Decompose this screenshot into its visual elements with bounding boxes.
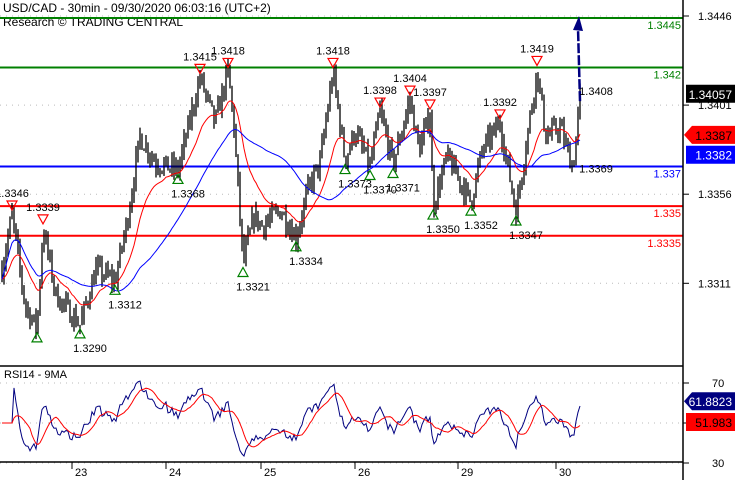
pivot-high-label: 1.3398 (363, 85, 397, 97)
pivot-high-label: 1.3392 (483, 97, 517, 109)
date-tick-label: 23 (75, 467, 87, 479)
rsi-line (2, 380, 581, 457)
price-tick-label: 1.3356 (698, 189, 732, 201)
pivot-low-label: 1.3321 (236, 282, 270, 294)
date-tick-label: 25 (264, 467, 276, 479)
pivot-low-label: 1.3350 (426, 224, 460, 236)
price-chart[interactable]: 1.3445 1.342 1.337 1.335 1.3335 1.3346 1.3339… (0, 0, 735, 480)
level-label: 1.3335 (647, 238, 681, 250)
pivot-low-label: 1.3352 (464, 220, 498, 232)
value-tags: 1.34057 1.3387 1.3382 61.8823 51.983 (684, 84, 735, 432)
pivot-high-label: 1.3404 (393, 73, 427, 85)
pivot-high-label: 1.3397 (413, 87, 447, 99)
date-tick-label: 26 (358, 467, 370, 479)
price-tick-label: 1.3446 (698, 11, 732, 23)
pivot-high-label: 1.3339 (26, 202, 60, 214)
pivot-high-label: 1.3346 (0, 188, 29, 200)
date-tick-label: 30 (559, 467, 571, 479)
pivot-low-up-triangle-icon (236, 266, 250, 278)
pivot-high-down-triangle-icon (423, 99, 437, 111)
rsi-tick-label: 30 (712, 458, 724, 470)
ma-fast-tag-label: 1.3387 (695, 129, 732, 143)
rsi-value-tag-label: 61.8823 (689, 395, 733, 409)
axes: RSI14 - 9MA 1.34461.34011.33561.33117050… (0, 0, 732, 480)
current-price-tag-label: 1.34057 (689, 88, 733, 102)
pivot-high-label: 1.3418 (316, 45, 350, 57)
pivot-low-label: 1.3312 (108, 299, 142, 311)
pivot-low-label: 1.3371 (386, 183, 420, 195)
pivot-low-label: 1.3290 (73, 343, 107, 355)
rsi-panel (2, 380, 581, 457)
price-annotation: 1.3408 (579, 86, 613, 98)
rsi-tick-label: 70 (712, 378, 724, 390)
ma-slow-tag-label: 1.3382 (695, 149, 732, 163)
level-label: 1.342 (653, 69, 681, 81)
pivot-low-up-triangle-icon (30, 331, 44, 343)
pivot-low-label: 1.3334 (289, 256, 323, 268)
level-label: 1.337 (653, 168, 681, 180)
pivot-high-label: 1.3419 (520, 43, 554, 55)
level-label: 1.3445 (647, 20, 681, 32)
pivot-high-label: 1.3418 (211, 45, 245, 57)
pivot-low-label: 1.3347 (509, 230, 543, 242)
price-tick-label: 1.3311 (698, 278, 731, 290)
rsi-title: RSI14 - 9MA (4, 369, 68, 381)
ma-fast-line (1, 100, 581, 306)
pivot-low-label: 1.3368 (171, 188, 205, 200)
price-annotation: 1.3369 (579, 163, 613, 175)
date-tick-label: 29 (461, 467, 473, 479)
date-tick-label: 24 (169, 467, 181, 479)
rsi-ma-value-tag-label: 51.983 (695, 416, 732, 430)
pivot-high-down-triangle-icon (530, 55, 544, 67)
level-label: 1.335 (653, 208, 681, 220)
pivot-high-down-triangle-icon (36, 214, 50, 226)
